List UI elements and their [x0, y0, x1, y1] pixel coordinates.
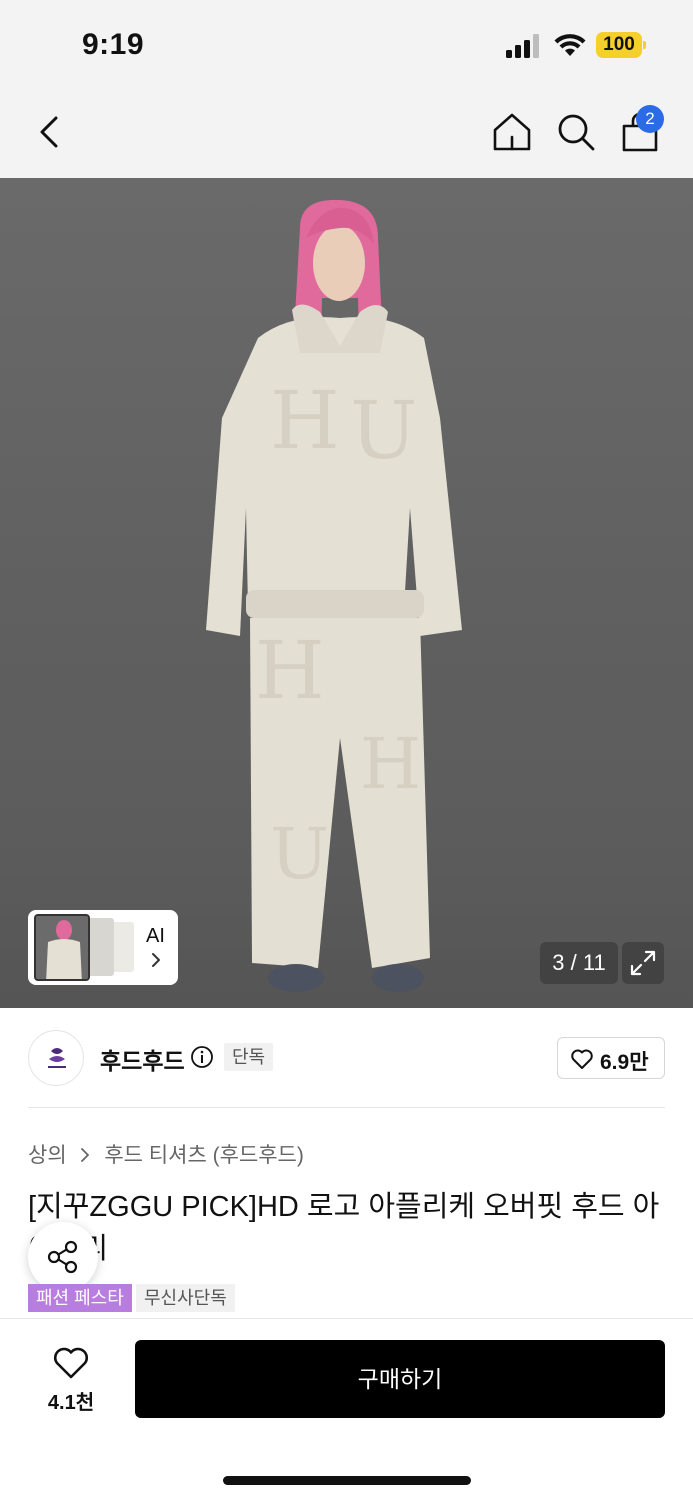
search-icon[interactable]: [554, 110, 598, 154]
svg-text:U: U: [270, 813, 329, 895]
heart-icon: [571, 1049, 593, 1069]
svg-text:H: H: [270, 374, 340, 467]
brand-like-count: 6.9만: [600, 1051, 649, 1074]
buy-button[interactable]: 구매하기: [135, 1340, 665, 1418]
back-icon[interactable]: [30, 110, 74, 154]
expand-button[interactable]: [622, 942, 664, 984]
ai-label: AI: [146, 925, 165, 947]
tag-musinsa-exclusive: 무신사단독: [136, 1284, 235, 1312]
thumbnail: [88, 918, 114, 976]
cart-badge: 2: [636, 105, 664, 133]
breadcrumb: 상의 후드 티셔츠 (후드후드): [28, 1139, 304, 1169]
status-bar: 9:19 100: [0, 0, 693, 88]
top-nav: [0, 88, 693, 178]
svg-text:H: H: [255, 624, 325, 717]
brand-logo[interactable]: [28, 1030, 84, 1086]
svg-text:H: H: [360, 723, 421, 805]
product-image-gallery[interactable]: H U H H U: [0, 178, 693, 1008]
cellular-signal-icon: [506, 34, 539, 58]
image-counter: 3 / 11: [540, 942, 618, 984]
home-icon[interactable]: [490, 110, 534, 154]
exclusive-badge: 단독: [224, 1043, 274, 1071]
battery-level: 100: [596, 32, 642, 58]
product-photo: H U H H U: [206, 199, 462, 992]
brand-name[interactable]: 후드후드: [100, 1042, 185, 1076]
divider: [28, 1107, 665, 1108]
product-title: [지꾸ZGGU PICK]HD 로고 아플리케 오버핏 후드 아이보리: [28, 1191, 660, 1265]
share-button[interactable]: [28, 1222, 98, 1292]
expand-icon: [630, 950, 656, 976]
chevron-right-icon: [152, 953, 160, 967]
home-indicator: [223, 1476, 471, 1485]
info-icon[interactable]: [190, 1045, 214, 1069]
heart-icon[interactable]: [52, 1346, 90, 1380]
breadcrumb-item-subcategory[interactable]: 후드 티셔츠 (후드후드): [104, 1144, 304, 1167]
thumbnail: [34, 914, 90, 981]
share-icon: [47, 1240, 78, 1274]
chevron-right-icon: [81, 1148, 90, 1162]
battery-icon: 100: [596, 32, 646, 58]
brand-like-button[interactable]: 6.9만: [557, 1037, 665, 1079]
wifi-icon: [554, 34, 586, 56]
wish-count: 4.1천: [47, 1392, 95, 1414]
svg-text:U: U: [350, 384, 417, 477]
tag-fashion-festa: 패션 페스타: [28, 1284, 132, 1312]
breadcrumb-item-category[interactable]: 상의: [28, 1144, 67, 1167]
status-time: 9:19: [82, 28, 145, 61]
